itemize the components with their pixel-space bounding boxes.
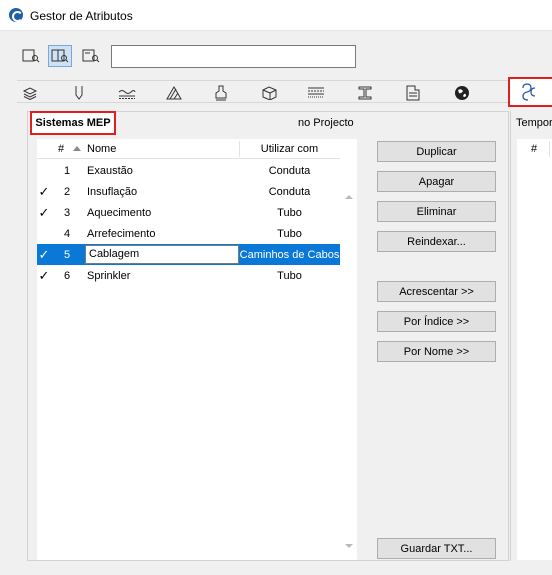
attribute-manager-content: Sistemas MEP no Projecto # Nome Utilizar…	[0, 31, 552, 575]
row-name: Insuflação	[87, 186, 138, 198]
fill-types-icon	[166, 86, 182, 100]
list-row[interactable]: 1 Exaustão Conduta	[37, 160, 340, 181]
row-use-with: Conduta	[268, 186, 311, 198]
tab-pens[interactable]	[66, 83, 92, 103]
single-pane-view-icon	[22, 49, 40, 63]
pen-icon	[75, 86, 83, 100]
list-header: # Nome Utilizar com	[37, 139, 340, 159]
row-use-with: Tubo	[277, 228, 302, 240]
save-txt-button[interactable]: Guardar TXT...	[377, 538, 496, 559]
row-use-with: Tubo	[277, 207, 302, 219]
line-types-icon	[118, 90, 136, 99]
reindex-button[interactable]: Reindexar...	[377, 231, 496, 252]
row-index: 2	[63, 186, 71, 198]
tab-globe[interactable]	[449, 83, 475, 103]
section-title: Sistemas MEP	[30, 111, 116, 135]
list-row[interactable]: ✓ 3 Aquecimento Tubo	[37, 202, 340, 223]
row-use-with: Conduta	[268, 165, 311, 177]
row-use-with: Tubo	[277, 270, 302, 282]
row-index: 1	[63, 165, 71, 177]
row-use-with: Caminhos de Cabos	[239, 249, 340, 261]
checkmark-icon[interactable]: ✓	[37, 248, 51, 261]
tab-surfaces[interactable]	[208, 83, 234, 103]
building-materials-icon	[262, 86, 277, 100]
row-name: Arrefecimento	[87, 228, 156, 240]
checkmark-icon[interactable]: ✓	[37, 185, 51, 198]
checkmark-icon[interactable]: ✓	[37, 206, 51, 219]
dual-pane-view-button[interactable]	[48, 45, 72, 67]
row-index: 3	[63, 207, 71, 219]
title-bar: Gestor de Atributos	[0, 0, 552, 31]
surfaces-icon	[215, 85, 227, 101]
row-index: 4	[63, 228, 71, 240]
delete-button[interactable]: Eliminar	[377, 201, 496, 222]
append-button[interactable]: Acrescentar >>	[377, 281, 496, 302]
tab-layers[interactable]	[17, 83, 43, 103]
duplicate-button[interactable]: Duplicar	[377, 141, 496, 162]
detail-view-icon	[82, 49, 100, 63]
checkmark-icon[interactable]: ✓	[37, 269, 51, 282]
row-index: 5	[63, 249, 71, 261]
sort-ascending-icon	[73, 146, 81, 151]
row-name-edit-field[interactable]: Cablagem	[85, 245, 239, 264]
column-header-num[interactable]: #	[58, 143, 64, 155]
tab-mep-systems[interactable]	[508, 77, 552, 107]
column-divider	[549, 141, 550, 157]
right-attribute-list[interactable]: #	[517, 139, 552, 560]
search-input[interactable]	[111, 45, 356, 68]
detail-view-button[interactable]	[79, 45, 103, 67]
source-label: no Projecto	[298, 117, 354, 129]
append-by-name-button[interactable]: Por Nome >>	[377, 341, 496, 362]
mep-systems-icon	[522, 83, 536, 101]
row-index: 6	[63, 270, 71, 282]
layers-icon	[22, 87, 38, 100]
zone-categories-icon	[406, 85, 420, 101]
list-row[interactable]: 4 Arrefecimento Tubo	[37, 223, 340, 244]
tab-fills[interactable]	[161, 83, 187, 103]
list-scrollbar[interactable]	[340, 139, 357, 560]
row-name: Aquecimento	[87, 207, 152, 219]
column-header-name[interactable]: Nome	[87, 143, 116, 155]
row-name: Exaustão	[87, 165, 133, 177]
attribute-type-tabs	[17, 77, 552, 107]
scroll-up-icon[interactable]	[345, 195, 353, 199]
list-row[interactable]: ✓ 6 Sprinkler Tubo	[37, 265, 340, 286]
right-panel-title: Tempor	[516, 117, 552, 129]
append-by-index-button[interactable]: Por Índice >>	[377, 311, 496, 332]
scroll-down-icon[interactable]	[345, 544, 353, 548]
right-column-header-num[interactable]: #	[531, 143, 537, 155]
archicad-logo-icon	[9, 8, 23, 22]
tab-building-materials[interactable]	[256, 83, 282, 103]
dual-pane-view-icon	[51, 49, 69, 63]
list-row[interactable]: ✓ 5 Cablagem Caminhos de Cabos	[37, 244, 340, 265]
tab-composites[interactable]	[303, 83, 329, 103]
column-header-use-with[interactable]: Utilizar com	[239, 143, 340, 155]
composites-icon	[308, 87, 324, 98]
single-pane-view-button[interactable]	[19, 45, 43, 67]
list-row[interactable]: ✓ 2 Insuflação Conduta	[37, 181, 340, 202]
tab-zone-categories[interactable]	[400, 83, 426, 103]
row-name: Sprinkler	[87, 270, 131, 282]
globe-icon	[455, 86, 469, 100]
tab-profiles[interactable]	[352, 83, 378, 103]
mep-systems-list[interactable]: # Nome Utilizar com 1 Exaustão Conduta ✓ 2 In…	[37, 139, 340, 560]
clear-button[interactable]: Apagar	[377, 171, 496, 192]
tab-line-types[interactable]	[114, 83, 140, 103]
window-title: Gestor de Atributos	[30, 9, 133, 23]
profiles-icon	[358, 86, 372, 100]
